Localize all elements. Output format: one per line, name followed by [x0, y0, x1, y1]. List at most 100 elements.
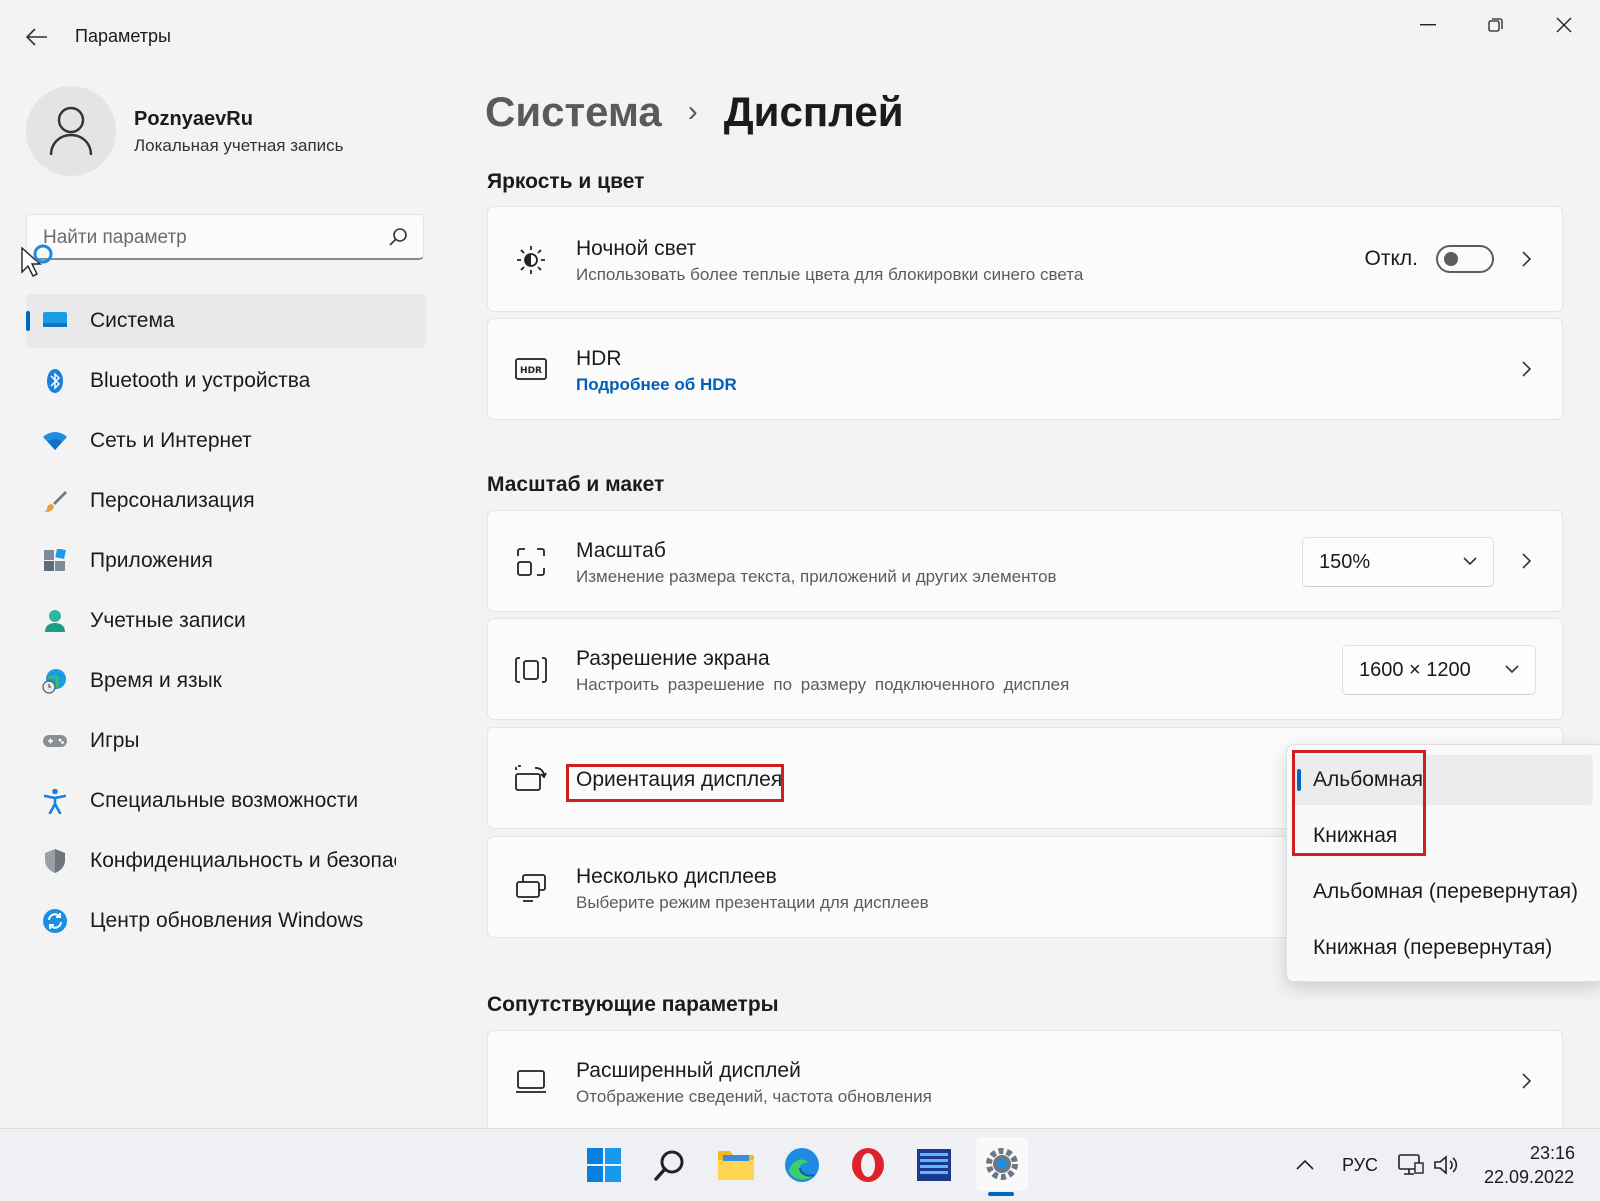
svg-text:HDR: HDR [520, 366, 542, 376]
scale-dropdown[interactable]: 150% [1302, 537, 1494, 587]
close-button[interactable] [1541, 10, 1587, 40]
sidebar-item-label: Приложения [90, 549, 213, 572]
taskbar: РУС 23:16 22.09.2022 [0, 1128, 1600, 1201]
account-type: Локальная учетная запись [134, 136, 344, 155]
section-title-scale-layout: Масштаб и макет [487, 473, 665, 496]
volume-tray-button[interactable] [1432, 1143, 1462, 1187]
sidebar-item-time-language[interactable]: Время и язык [26, 654, 426, 708]
clock-date[interactable]: 22.09.2022 [1484, 1167, 1574, 1188]
hdr-icon: HDR [515, 358, 547, 380]
night-light-icon [517, 246, 545, 274]
extended-display-title: Расширенный дисплей [576, 1059, 801, 1082]
scale-icon [517, 548, 545, 576]
file-explorer-button[interactable] [714, 1143, 758, 1187]
app-title: Параметры [75, 26, 171, 46]
minimize-button[interactable] [1405, 10, 1451, 40]
minimize-icon [1420, 24, 1436, 26]
chevron-up-icon [1296, 1159, 1314, 1170]
system-icon [43, 312, 67, 327]
language-indicator[interactable]: РУС [1342, 1155, 1378, 1176]
sidebar-nav: Система Bluetooth и устройства Сеть и Ин… [26, 294, 426, 954]
speaker-icon [1434, 1155, 1458, 1175]
resolution-dropdown[interactable]: 1600 × 1200 [1342, 645, 1536, 695]
scale-card[interactable]: Масштаб Изменение размера текста, прилож… [487, 510, 1563, 612]
back-button[interactable] [22, 22, 52, 52]
extended-display-subtitle: Отображение сведений, частота обновления [576, 1087, 932, 1106]
maximize-button[interactable] [1473, 10, 1519, 40]
sidebar-item-accounts[interactable]: Учетные записи [26, 594, 426, 648]
orientation-icon [515, 765, 547, 791]
show-hidden-icons-button[interactable] [1290, 1143, 1320, 1187]
search-icon [389, 228, 407, 246]
resolution-title: Разрешение экрана [576, 647, 770, 670]
taskbar-search-button[interactable] [648, 1143, 692, 1187]
user-name: PoznyaevRu [134, 108, 253, 130]
search-input[interactable]: Найти параметр [26, 214, 424, 260]
edge-button[interactable] [780, 1143, 824, 1187]
multiple-displays-icon [516, 874, 546, 902]
sidebar-item-label: Игры [90, 729, 140, 752]
sidebar-item-label: Центр обновления Windows [90, 909, 364, 932]
breadcrumb-parent[interactable]: Система [485, 88, 662, 136]
hdr-learn-more-link[interactable]: Подробнее об HDR [576, 375, 737, 395]
chevron-down-icon [1505, 665, 1519, 674]
sidebar-item-accessibility[interactable]: Специальные возможности [26, 774, 426, 828]
wifi-icon [43, 432, 67, 450]
opera-icon [852, 1148, 884, 1182]
sidebar-item-label: Сеть и Интернет [90, 429, 252, 452]
page-title: Дисплей [723, 88, 904, 135]
sidebar-item-label: Система [90, 309, 175, 332]
resolution-card[interactable]: Разрешение экрана Настроить разрешение п… [487, 618, 1563, 720]
multi-display-title: Несколько дисплеев [576, 865, 777, 888]
resolution-subtitle: Настроить разрешение по размеру подключе… [576, 675, 1070, 694]
sidebar-item-label: Специальные возможности [90, 789, 359, 812]
sidebar-item-network[interactable]: Сеть и Интернет [26, 414, 426, 468]
app-button[interactable] [912, 1143, 956, 1187]
settings-taskbar-button[interactable] [976, 1137, 1028, 1191]
sidebar-item-label: Конфиденциальность и безопас [90, 849, 396, 872]
avatar[interactable] [26, 86, 116, 176]
clock-time[interactable]: 23:16 [1530, 1143, 1575, 1164]
back-arrow-icon [26, 28, 47, 46]
apps-icon [44, 549, 66, 571]
sidebar-item-gaming[interactable]: Игры [26, 714, 426, 768]
chevron-right-icon [1522, 1073, 1532, 1089]
night-light-title: Ночной свет [576, 237, 697, 260]
gamepad-icon [43, 735, 67, 747]
hdr-card[interactable]: HDR HDR Подробнее об HDR [487, 318, 1563, 420]
orientation-option-label: Альбомная (перевернутая) [1313, 880, 1579, 903]
sidebar-item-personalization[interactable]: Персонализация [26, 474, 426, 528]
search-icon [654, 1150, 684, 1181]
hdr-title: HDR [576, 347, 622, 370]
sidebar-item-apps[interactable]: Приложения [26, 534, 426, 588]
windows-logo-icon [587, 1148, 621, 1182]
multi-display-subtitle: Выберите режим презентации для дисплеев [576, 893, 929, 912]
resolution-value: 1600 × 1200 [1359, 659, 1471, 681]
highlight-box-orientation-options [1292, 750, 1426, 856]
chevron-right-icon [1522, 361, 1532, 377]
start-button[interactable] [582, 1143, 626, 1187]
opera-button[interactable] [846, 1143, 890, 1187]
section-title-brightness: Яркость и цвет [487, 170, 645, 193]
resolution-icon [515, 657, 547, 683]
night-light-card[interactable]: Ночной свет Использовать более теплые цв… [487, 206, 1563, 312]
night-light-subtitle: Использовать более теплые цвета для блок… [576, 265, 1084, 284]
chevron-right-icon [1522, 553, 1532, 569]
close-icon [1556, 17, 1572, 33]
network-icon [1398, 1154, 1424, 1175]
accessibility-icon [44, 788, 66, 814]
user-icon [49, 106, 93, 156]
sidebar-item-label: Время и язык [90, 669, 222, 692]
orientation-option-portrait-flipped[interactable]: Книжная (перевернутая) [1287, 923, 1587, 973]
sidebar-item-bluetooth[interactable]: Bluetooth и устройства [26, 354, 426, 408]
sidebar-item-privacy[interactable]: Конфиденциальность и безопас [26, 834, 426, 888]
shield-icon [45, 849, 65, 873]
night-light-toggle[interactable] [1436, 245, 1494, 273]
brush-icon [44, 491, 67, 512]
sidebar-item-windows-update[interactable]: Центр обновления Windows [26, 894, 426, 948]
network-tray-button[interactable] [1396, 1143, 1426, 1187]
sidebar-item-system[interactable]: Система [26, 294, 426, 348]
orientation-option-landscape-flipped[interactable]: Альбомная (перевернутая) [1287, 867, 1587, 917]
folder-icon [718, 1151, 754, 1180]
extended-display-card[interactable]: Расширенный дисплей Отображение сведений… [487, 1030, 1563, 1128]
